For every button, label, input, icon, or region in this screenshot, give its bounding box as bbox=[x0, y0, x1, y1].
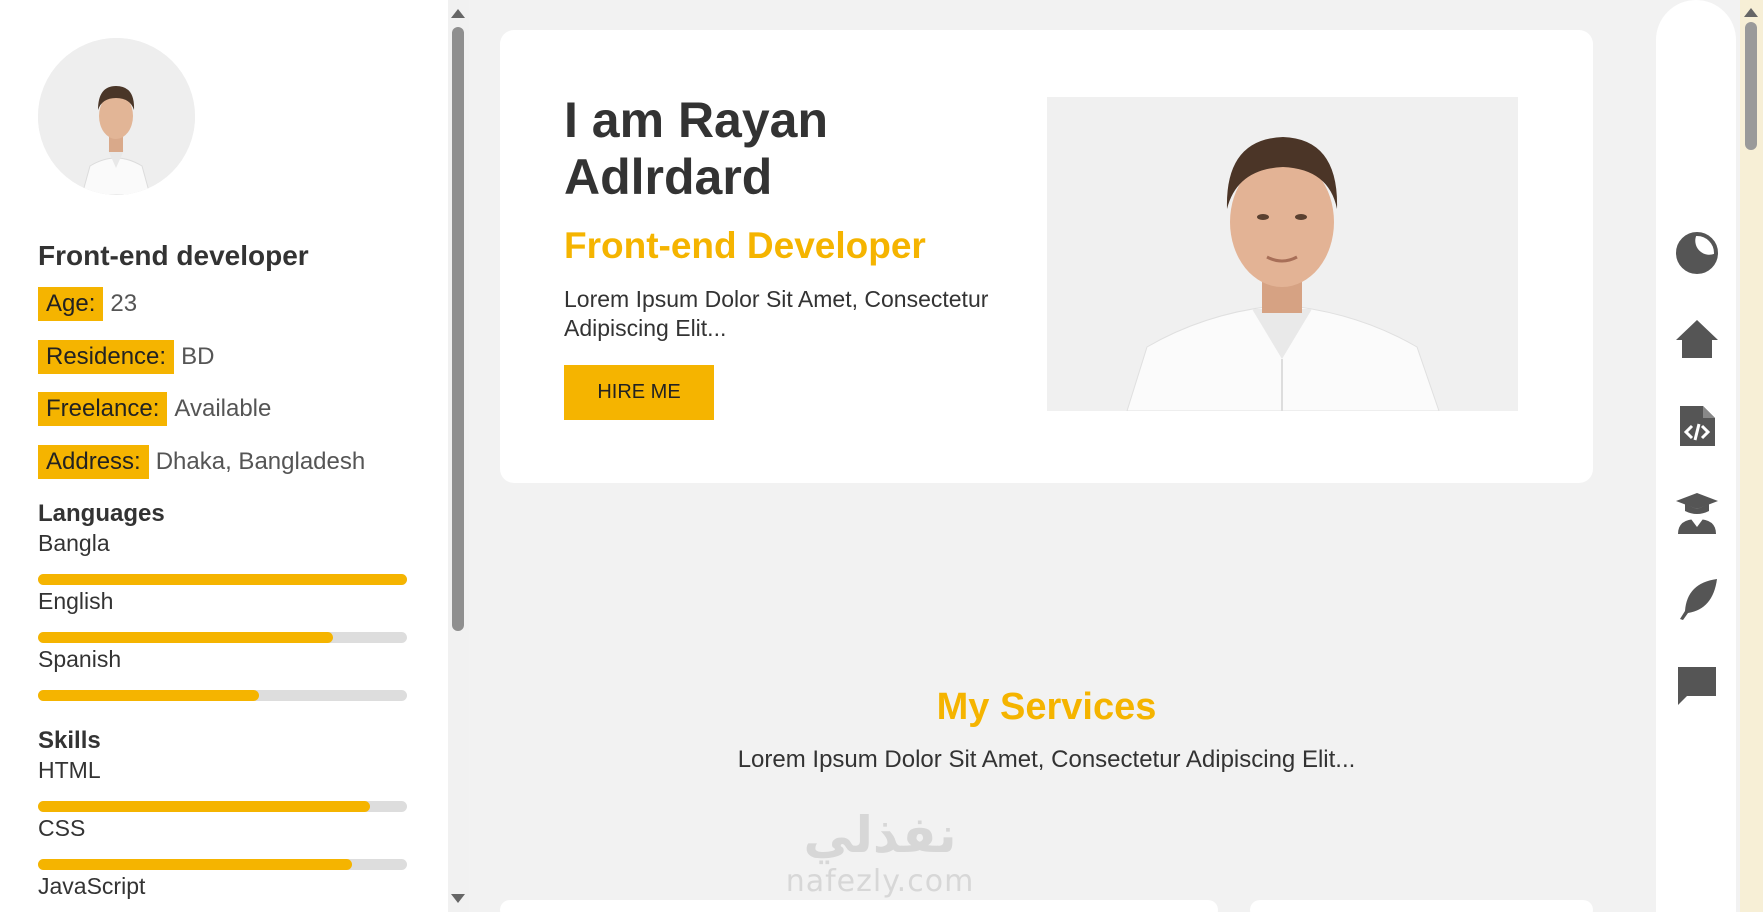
watermark-latin: nafezly.com bbox=[785, 864, 975, 899]
info-freelance: Freelance: Available bbox=[38, 392, 271, 426]
graduate-icon[interactable] bbox=[1674, 490, 1720, 536]
sidebar-scrollbar-thumb[interactable] bbox=[452, 27, 464, 631]
info-residence: Residence: BD bbox=[38, 340, 214, 374]
role-heading: Front-end developer bbox=[38, 240, 309, 271]
language-label: Bangla bbox=[38, 530, 110, 556]
hero-text: Lorem Ipsum Dolor Sit Amet, Consectetur … bbox=[564, 286, 989, 341]
info-age: Age: 23 bbox=[38, 287, 137, 321]
feather-icon[interactable] bbox=[1674, 576, 1720, 622]
services-text: Lorem Ipsum Dolor Sit Amet, Consectetur … bbox=[737, 746, 1356, 773]
language-label: English bbox=[38, 588, 114, 614]
skill-label: JavaScript bbox=[38, 873, 146, 899]
language-bar-fill bbox=[38, 690, 260, 701]
services-title: My Services bbox=[936, 686, 1157, 728]
right-nav bbox=[1656, 0, 1736, 912]
info-address-value: Dhaka, Bangladesh bbox=[155, 448, 366, 475]
skill-bar bbox=[38, 859, 407, 870]
language-bar bbox=[38, 632, 407, 643]
sidebar: Front-end developer Age: 23 Residence: B… bbox=[0, 0, 448, 912]
hero-subtitle: Front-end Developer bbox=[564, 225, 926, 266]
skill-bar-fill bbox=[38, 859, 352, 870]
language-bar bbox=[38, 574, 407, 585]
language-bar bbox=[38, 690, 407, 701]
page-scroll-up-arrow-icon[interactable] bbox=[1744, 8, 1758, 17]
hire-me-button[interactable]: HIRE ME bbox=[564, 365, 714, 420]
info-age-label: Age: bbox=[38, 287, 104, 321]
info-freelance-label: Freelance: bbox=[38, 392, 168, 426]
scroll-up-arrow-icon[interactable] bbox=[451, 9, 465, 18]
watermark-logo: نفذلي nafezly.com bbox=[770, 805, 990, 899]
info-freelance-value: Available bbox=[174, 395, 272, 422]
info-address-label: Address: bbox=[38, 445, 149, 479]
scroll-down-arrow-icon[interactable] bbox=[451, 894, 465, 903]
theme-toggle-icon[interactable] bbox=[1674, 230, 1720, 276]
hero-photo bbox=[1047, 97, 1518, 411]
info-residence-value: BD bbox=[181, 343, 215, 370]
skills-title: Skills bbox=[38, 727, 101, 754]
languages-title: Languages bbox=[38, 500, 165, 527]
language-bar-fill bbox=[38, 632, 334, 643]
page-scrollbar-thumb[interactable] bbox=[1745, 22, 1757, 150]
code-file-icon[interactable] bbox=[1674, 403, 1720, 449]
skill-label: CSS bbox=[38, 815, 86, 841]
avatar bbox=[38, 38, 195, 195]
info-age-value: 23 bbox=[110, 290, 138, 317]
hero-card: I am Rayan Adlrdard Front-end Developer … bbox=[500, 30, 1593, 483]
home-icon[interactable] bbox=[1674, 316, 1720, 362]
skill-label: HTML bbox=[38, 757, 101, 783]
hero-title: I am Rayan Adlrdard bbox=[564, 92, 829, 205]
service-card bbox=[1250, 900, 1593, 912]
skill-bar-fill bbox=[38, 801, 371, 812]
language-label: Spanish bbox=[38, 646, 122, 672]
service-card bbox=[500, 900, 1218, 912]
info-residence-label: Residence: bbox=[38, 340, 175, 374]
skill-bar bbox=[38, 801, 407, 812]
watermark-arabic: نفذلي bbox=[803, 806, 957, 864]
language-bar-fill bbox=[38, 574, 407, 585]
chat-icon[interactable] bbox=[1674, 663, 1720, 709]
info-address: Address: Dhaka, Bangladesh bbox=[38, 445, 365, 479]
